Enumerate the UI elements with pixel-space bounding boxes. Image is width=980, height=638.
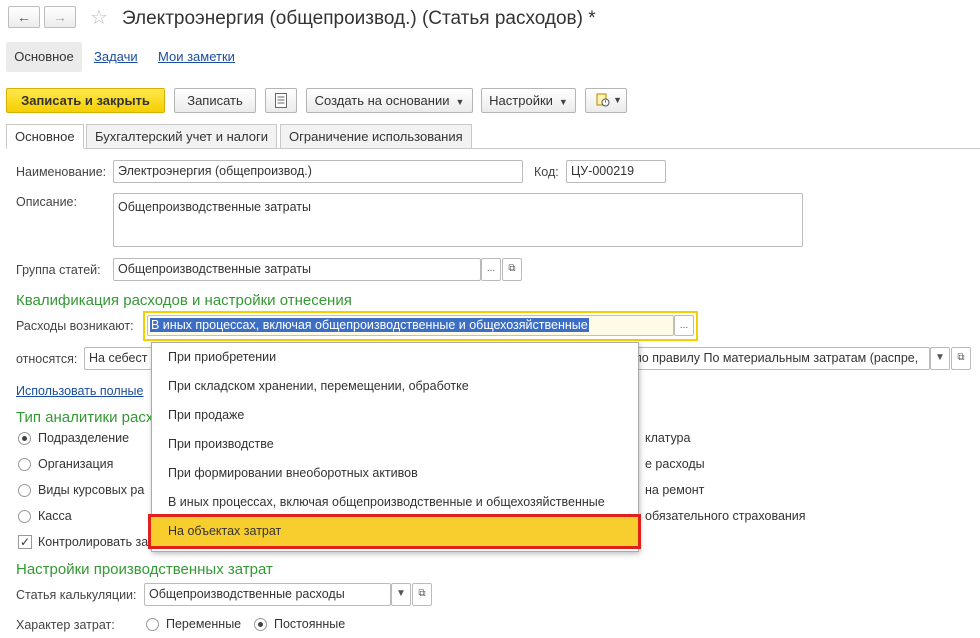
expenses-field-value: В иных процессах, включая общепроизводст… [150, 318, 589, 332]
save-button[interactable]: Записать [174, 88, 256, 113]
open-window-icon: ⧉ [508, 263, 516, 274]
radio-organization-label: Организация [38, 457, 114, 471]
dropdown-item-other-processes[interactable]: В иных процессах, включая общепроизводст… [168, 495, 605, 509]
calc-open-button[interactable]: ⧉ [412, 583, 432, 606]
chevron-down-icon: ▼ [935, 352, 945, 363]
use-full-link[interactable]: Использовать полные [16, 384, 144, 398]
ellipsis-icon: ... [486, 263, 496, 274]
create-based-on-label: Создать на основании [314, 93, 450, 108]
expenses-label: Расходы возникают: [16, 319, 134, 333]
document-list-button[interactable] [265, 88, 297, 113]
radio-repair-label: на ремонт [645, 483, 705, 497]
rule-dropdown-button[interactable]: ▼ [930, 347, 950, 370]
create-based-on-button[interactable]: Создать на основании ▼ [306, 88, 473, 113]
tab-accounting[interactable]: Бухгалтерский учет и налоги [86, 124, 277, 149]
rule-open-button[interactable]: ⧉ [951, 347, 971, 370]
relates-label: относятся: [16, 352, 78, 366]
top-tab-tasks[interactable]: Задачи [94, 42, 138, 72]
save-and-close-button[interactable]: Записать и закрыть [6, 88, 165, 113]
arrow-right-icon: → [53, 9, 67, 25]
code-label: Код: [534, 165, 559, 179]
rule-field[interactable]: по правилу По материальным затратам (рас… [630, 347, 930, 370]
dropdown-item-storage[interactable]: При складском хранении, перемещении, обр… [168, 379, 469, 393]
name-label: Наименование: [16, 165, 107, 179]
dropdown-item-purchase[interactable]: При приобретении [168, 350, 276, 364]
radio-organization[interactable] [18, 458, 31, 471]
settings-button[interactable]: Настройки ▼ [481, 88, 576, 113]
group-select-button[interactable]: ... [481, 258, 501, 281]
group-field[interactable]: Общепроизводственные затраты [113, 258, 481, 281]
radio-department-label: Подразделение [38, 431, 130, 445]
chevron-down-icon: ▼ [455, 97, 465, 107]
tab-main[interactable]: Основное [6, 124, 84, 149]
radio-constant[interactable] [254, 618, 267, 631]
name-field[interactable]: Электроэнергия (общепроизвод.) [113, 160, 523, 183]
qualification-section-title: Квалификация расходов и настройки отнесе… [16, 292, 352, 309]
checkmark-icon: ✓ [19, 535, 31, 549]
radio-insurance-label: обязательного страхования [645, 509, 806, 523]
open-window-icon: ⧉ [957, 352, 965, 363]
group-open-button[interactable]: ⧉ [502, 258, 522, 281]
chevron-down-icon: ▼ [613, 95, 622, 105]
expenses-select-button[interactable]: ... [674, 315, 694, 336]
dropdown-item-cost-objects[interactable]: На объектах затрат [148, 514, 641, 549]
control-checkbox[interactable]: ✓ [18, 535, 32, 549]
group-label: Группа статей: [16, 263, 101, 277]
star-favorite-icon[interactable]: ☆ [90, 5, 108, 30]
calc-field[interactable]: Общепроизводственные расходы [144, 583, 391, 606]
report-menu-button[interactable]: ▼ [585, 88, 627, 113]
back-button[interactable]: ← [8, 6, 40, 28]
description-field[interactable]: Общепроизводственные затраты [113, 193, 803, 247]
chevron-down-icon: ▼ [396, 588, 406, 599]
ellipsis-icon: ... [679, 320, 689, 331]
radio-exchange-rates-label: Виды курсовых ра [38, 483, 145, 497]
arrow-left-icon: ← [17, 9, 31, 25]
control-checkbox-label: Контролировать зап [38, 535, 156, 549]
nature-label: Характер затрат: [16, 618, 115, 632]
calc-dropdown-button[interactable]: ▼ [391, 583, 411, 606]
tab-restrictions[interactable]: Ограничение использования [280, 124, 472, 149]
document-list-icon [275, 93, 287, 108]
production-section-title: Настройки производственных затрат [16, 561, 273, 578]
dropdown-item-production[interactable]: При производстве [168, 437, 274, 451]
radio-variable[interactable] [146, 618, 159, 631]
radio-department[interactable] [18, 432, 31, 445]
dropdown-item-sale[interactable]: При продаже [168, 408, 244, 422]
forward-button[interactable]: → [44, 6, 76, 28]
dropdown-item-cost-objects-label: На объектах затрат [168, 524, 282, 538]
code-field[interactable]: ЦУ-000219 [566, 160, 666, 183]
radio-constant-label: Постоянные [274, 617, 346, 631]
radio-variable-label: Переменные [166, 617, 242, 631]
top-tab-notes[interactable]: Мои заметки [158, 42, 235, 72]
radio-cash-label: Касса [38, 509, 72, 523]
description-label: Описание: [16, 195, 77, 209]
radio-other-expenses-label: е расходы [645, 457, 705, 471]
open-window-icon: ⧉ [418, 588, 426, 599]
expenses-field[interactable]: В иных процессах, включая общепроизводст… [147, 315, 674, 336]
settings-label: Настройки [489, 93, 553, 108]
dropdown-item-fixed-assets[interactable]: При формировании внеоборотных активов [168, 466, 418, 480]
analytics-section-title: Тип аналитики расх [16, 409, 154, 426]
top-tab-main[interactable]: Основное [6, 42, 82, 72]
calc-label: Статья калькуляции: [16, 588, 137, 602]
window-title: Электроэнергия (общепроизвод.) (Статья р… [122, 8, 596, 29]
radio-exchange-rates[interactable] [18, 484, 31, 497]
radio-nomenclature-label: клатура [645, 431, 691, 445]
chevron-down-icon: ▼ [558, 97, 568, 107]
radio-cash[interactable] [18, 510, 31, 523]
report-clock-icon [596, 93, 610, 107]
